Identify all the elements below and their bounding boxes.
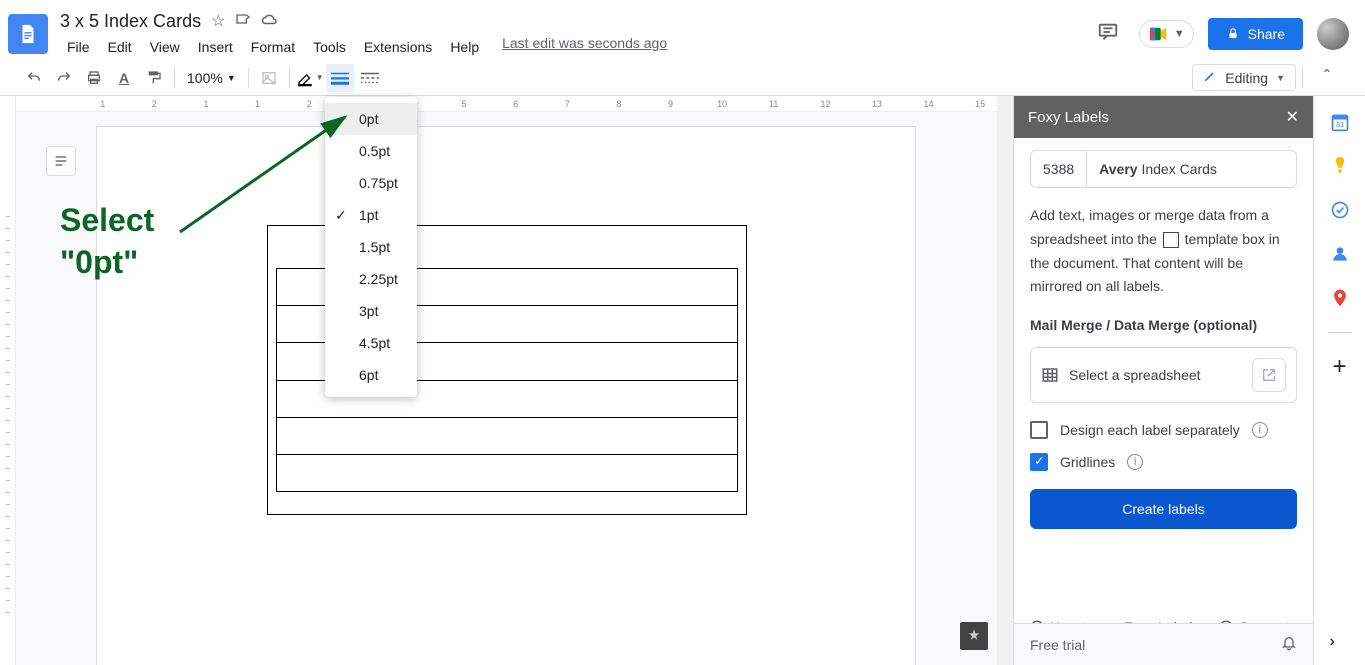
contacts-icon[interactable] xyxy=(1330,244,1350,264)
share-label: Share xyxy=(1248,26,1285,42)
insert-image-button[interactable] xyxy=(255,64,283,92)
comments-icon[interactable] xyxy=(1091,15,1125,54)
collapse-rail-icon[interactable]: › xyxy=(1330,633,1350,653)
ruler-vertical xyxy=(0,96,16,665)
info-icon[interactable]: i xyxy=(1127,454,1143,470)
meet-button[interactable]: ▼ xyxy=(1139,20,1194,48)
dropdown-item-2.25pt[interactable]: 2.25pt xyxy=(325,263,417,295)
ruler-horizontal: 121123456789101112131415 xyxy=(16,96,997,112)
dropdown-item-3pt[interactable]: 3pt xyxy=(325,295,417,327)
menu-extensions[interactable]: Extensions xyxy=(357,35,439,59)
doc-title[interactable]: 3 x 5 Index Cards xyxy=(60,11,201,32)
border-color-button[interactable]: ▼ xyxy=(296,64,324,92)
star-icon[interactable]: ☆ xyxy=(211,11,225,31)
close-icon[interactable]: ✕ xyxy=(1286,107,1299,127)
template-box-icon xyxy=(1163,232,1179,248)
panel-description: Add text, images or merge data from a sp… xyxy=(1030,204,1297,299)
docs-logo[interactable] xyxy=(8,14,48,54)
scrollbar-vertical[interactable] xyxy=(997,96,1013,665)
label-template-chip[interactable]: 5388 Avery Index Cards xyxy=(1030,150,1297,188)
label-type: Index Cards xyxy=(1141,161,1216,177)
paint-format-button[interactable] xyxy=(140,64,168,92)
panel-title: Foxy Labels xyxy=(1028,109,1109,126)
menu-edit[interactable]: Edit xyxy=(101,35,139,59)
table-row[interactable] xyxy=(276,454,738,492)
annotation-arrow xyxy=(170,102,370,242)
last-edit-link[interactable]: Last edit was seconds ago xyxy=(502,35,667,59)
outline-toggle-button[interactable] xyxy=(46,146,76,176)
zoom-select[interactable]: 100%▼ xyxy=(181,70,242,86)
create-labels-button[interactable]: Create labels xyxy=(1030,489,1297,529)
dropdown-item-4.5pt[interactable]: 4.5pt xyxy=(325,327,417,359)
bell-icon[interactable] xyxy=(1281,635,1297,654)
trial-label: Free trial xyxy=(1030,637,1085,653)
menu-tools[interactable]: Tools xyxy=(306,35,353,59)
menu-insert[interactable]: Insert xyxy=(191,35,240,59)
menu-bar: File Edit View Insert Format Tools Exten… xyxy=(60,35,667,59)
editing-mode-button[interactable]: Editing ▼ xyxy=(1192,64,1296,91)
add-icon[interactable]: + xyxy=(1330,357,1350,377)
merge-section-title: Mail Merge / Data Merge (optional) xyxy=(1030,317,1297,333)
annotation-text: Select"0pt" xyxy=(60,200,154,283)
info-icon[interactable]: i xyxy=(1252,422,1268,438)
right-rail: 31 + › xyxy=(1313,96,1365,665)
explore-button[interactable] xyxy=(960,622,988,650)
editing-label: Editing xyxy=(1225,70,1268,86)
foxy-labels-panel: Foxy Labels ✕ 5388 Avery Index Cards Add… xyxy=(1013,96,1313,665)
table-row[interactable] xyxy=(276,417,738,454)
design-each-label: Design each label separately xyxy=(1060,422,1240,438)
zoom-value: 100% xyxy=(187,70,223,86)
document-area[interactable]: 121123456789101112131415 xyxy=(16,96,997,665)
undo-button[interactable] xyxy=(20,64,48,92)
pencil-icon xyxy=(1203,69,1217,86)
hide-panel-button[interactable]: ˆ xyxy=(1309,67,1345,88)
tasks-icon[interactable] xyxy=(1330,200,1350,220)
redo-button[interactable] xyxy=(50,64,78,92)
menu-help[interactable]: Help xyxy=(443,35,486,59)
move-icon[interactable] xyxy=(235,11,251,32)
keep-icon[interactable] xyxy=(1330,156,1350,176)
gridlines-checkbox[interactable] xyxy=(1030,453,1048,471)
label-code: 5388 xyxy=(1031,151,1087,187)
menu-format[interactable]: Format xyxy=(244,35,302,59)
select-spreadsheet-label: Select a spreadsheet xyxy=(1069,367,1201,383)
border-width-button[interactable] xyxy=(326,64,354,92)
label-brand: Avery xyxy=(1099,161,1137,177)
calendar-icon[interactable]: 31 xyxy=(1330,112,1350,132)
gridlines-label: Gridlines xyxy=(1060,454,1115,470)
maps-icon[interactable] xyxy=(1330,288,1350,308)
avatar[interactable] xyxy=(1317,18,1349,50)
share-button[interactable]: Share xyxy=(1208,18,1303,50)
open-spreadsheet-icon[interactable] xyxy=(1252,358,1286,392)
dropdown-item-6pt[interactable]: 6pt xyxy=(325,359,417,391)
print-button[interactable] xyxy=(80,64,108,92)
svg-text:31: 31 xyxy=(1335,120,1343,129)
spellcheck-button[interactable]: A xyxy=(110,64,138,92)
select-spreadsheet-button[interactable]: Select a spreadsheet xyxy=(1030,347,1297,403)
menu-file[interactable]: File xyxy=(60,35,97,59)
menu-view[interactable]: View xyxy=(143,35,187,59)
cloud-icon[interactable] xyxy=(261,12,279,31)
design-each-checkbox[interactable] xyxy=(1030,421,1048,439)
border-dash-button[interactable] xyxy=(356,64,384,92)
